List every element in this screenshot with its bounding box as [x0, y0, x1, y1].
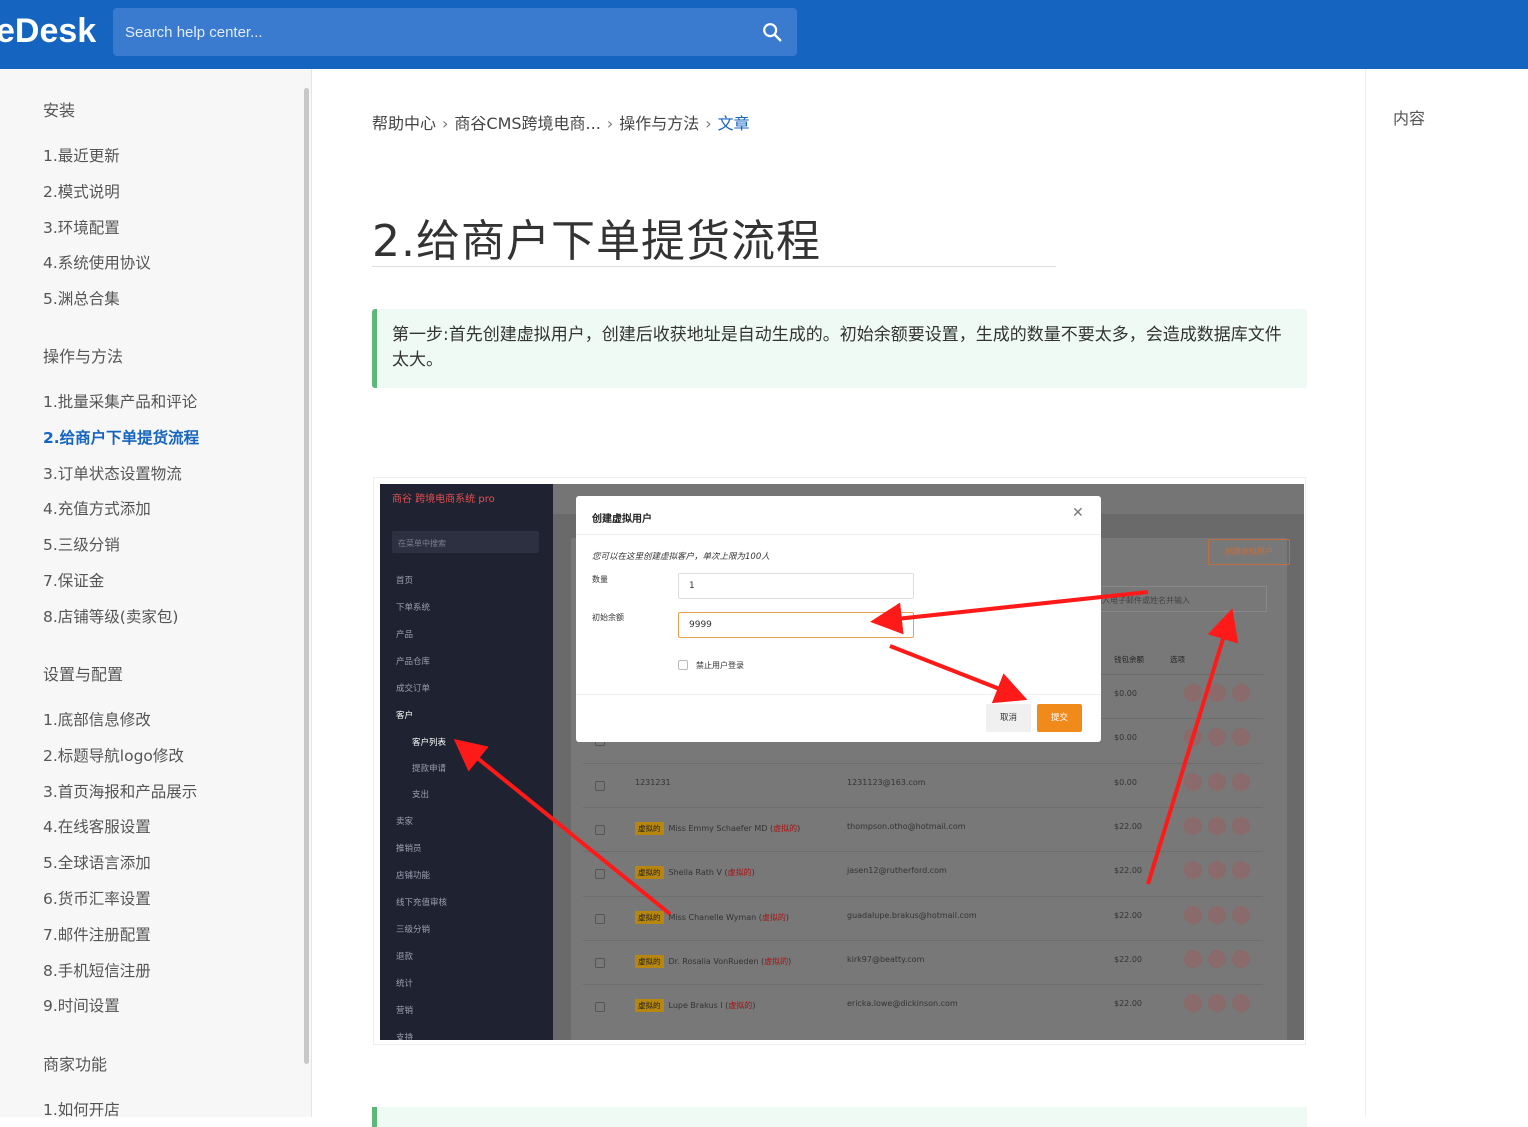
- sidebar-item[interactable]: 3.订单状态设置物流: [43, 462, 182, 484]
- chevron-right-icon: ›: [606, 114, 614, 133]
- sidebar-item[interactable]: 9.时间设置: [43, 994, 120, 1016]
- sidebar-item[interactable]: 7.邮件注册配置: [43, 923, 151, 945]
- breadcrumb-current: 文章: [717, 114, 750, 133]
- breadcrumb-item[interactable]: 商谷CMS跨境电商...: [454, 110, 600, 134]
- article-main: 帮助中心 › 商谷CMS跨境电商... › 操作与方法 › 文章 2.给商户下单提货流程 第…: [313, 69, 1365, 1127]
- sidebar-item[interactable]: 4.在线客服设置: [43, 815, 151, 837]
- sidebar-item[interactable]: 3.首页海报和产品展示: [43, 780, 197, 802]
- sidebar-item[interactable]: 2.给商户下单提货流程: [43, 426, 199, 448]
- chevron-right-icon: ›: [705, 114, 712, 133]
- sidebar-item[interactable]: 1.如何开店: [43, 1098, 120, 1117]
- site-logo[interactable]: eDesk: [0, 12, 96, 51]
- arrow-to-submit: [889, 644, 1028, 704]
- sidebar-item[interactable]: 4.系统使用协议: [43, 251, 151, 273]
- sidebar-nav: 安装 1.最近更新 2.模式说明 3.环境配置 4.系统使用协议 5.渊总合集 操作与方法 1…: [0, 69, 312, 1117]
- sidebar-scrollbar[interactable]: [304, 88, 309, 1064]
- arrow-to-search: [1146, 608, 1239, 885]
- sidebar-item[interactable]: 2.标题导航logo修改: [43, 744, 184, 766]
- sidebar-section-title: 安装: [43, 101, 76, 120]
- sidebar-item[interactable]: 5.全球语言添加: [43, 851, 151, 873]
- sidebar-section-title: 商家功能: [43, 1055, 108, 1074]
- breadcrumb: 帮助中心 › 商谷CMS跨境电商... › 操作与方法 › 文章: [372, 110, 750, 134]
- sidebar-item[interactable]: 2.模式说明: [43, 180, 120, 202]
- title-divider: [372, 266, 1056, 267]
- step-note: 第一步:首先创建虚拟用户，创建后收获地址是自动生成的。初始余额要设置，生成的数量…: [372, 309, 1307, 388]
- sidebar-section-title: 操作与方法: [43, 347, 124, 366]
- sidebar-item[interactable]: 4.充值方式添加: [43, 497, 151, 519]
- next-note: [372, 1107, 1307, 1127]
- search-input[interactable]: [113, 8, 753, 56]
- sidebar-section-title: 设置与配置: [43, 665, 124, 684]
- annotation-arrows: [453, 590, 1239, 916]
- sidebar-item[interactable]: 6.货币汇率设置: [43, 887, 151, 909]
- sidebar-item[interactable]: 5.渊总合集: [43, 287, 120, 309]
- sidebar-item[interactable]: 8.手机短信注册: [43, 959, 151, 981]
- sidebar-item[interactable]: 1.底部信息修改: [43, 708, 151, 730]
- sidebar-item[interactable]: 8.店铺等级(卖家包): [43, 605, 178, 627]
- sidebar-item[interactable]: 7.保证金: [43, 569, 104, 591]
- chevron-right-icon: ›: [442, 114, 449, 133]
- toc-label: 内容: [1393, 109, 1426, 128]
- top-header: eDesk: [0, 0, 1528, 69]
- table-of-contents: 内容: [1365, 69, 1528, 1117]
- arrow-to-customer-list: [453, 738, 672, 916]
- search-bar: [113, 8, 797, 56]
- arrow-to-balance: [870, 590, 1149, 635]
- breadcrumb-item[interactable]: 帮助中心: [372, 110, 436, 134]
- search-icon[interactable]: [761, 21, 783, 43]
- sidebar-item[interactable]: 3.环境配置: [43, 216, 120, 238]
- page-title: 2.给商户下单提货流程: [372, 216, 821, 267]
- sidebar-item[interactable]: 1.最近更新: [43, 144, 120, 166]
- screenshot-image: 商谷 跨境电商系统 pro 在菜单中搜索 首页 下单系统 产品 产品仓库 成交订单 客户客…: [380, 484, 1304, 1040]
- breadcrumb-item[interactable]: 操作与方法: [619, 110, 699, 134]
- sidebar-item[interactable]: 5.三级分销: [43, 533, 120, 555]
- article-screenshot: 商谷 跨境电商系统 pro 在菜单中搜索 首页 下单系统 产品 产品仓库 成交订单 客户客…: [373, 477, 1306, 1045]
- sidebar-item[interactable]: 1.批量采集产品和评论: [43, 390, 197, 412]
